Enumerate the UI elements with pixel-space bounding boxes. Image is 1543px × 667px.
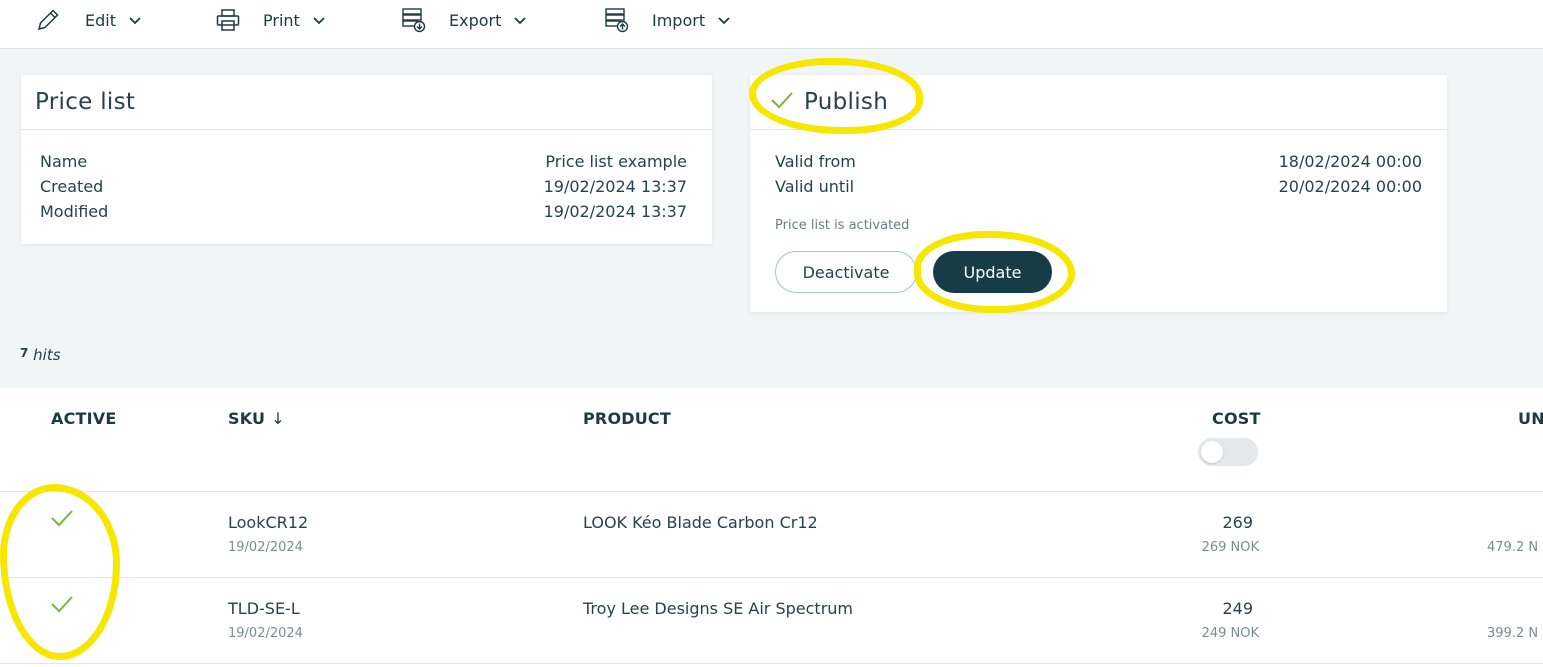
cost-cell: 269 xyxy=(1222,513,1253,532)
column-header-cost[interactable]: COST xyxy=(1212,409,1261,428)
hits-number: 7 xyxy=(20,346,29,360)
active-check-icon xyxy=(50,508,74,532)
export-menu-button[interactable]: Export xyxy=(401,6,527,34)
card-divider xyxy=(750,129,1447,130)
chevron-down-icon xyxy=(128,13,142,27)
card-divider xyxy=(21,129,712,130)
toggle-knob xyxy=(1201,441,1223,463)
import-label: Import xyxy=(652,10,706,30)
valid-until-label: Valid until xyxy=(775,177,855,196)
cost-toggle[interactable] xyxy=(1198,438,1258,466)
chevron-down-icon xyxy=(717,13,731,27)
publish-title: Publish xyxy=(804,89,889,115)
edit-label: Edit xyxy=(85,10,116,30)
chevron-down-icon xyxy=(513,13,527,27)
sku-header-label: SKU xyxy=(228,409,266,428)
table-row[interactable]: LookCR12 19/02/2024 LOOK Kéo Blade Carbo… xyxy=(0,492,1543,578)
export-icon xyxy=(401,7,427,33)
valid-from-value: 18/02/2024 00:00 xyxy=(1278,152,1422,171)
price-list-title: Price list xyxy=(35,89,136,115)
created-value: 19/02/2024 13:37 xyxy=(543,177,687,196)
import-icon xyxy=(604,7,630,33)
sku-cell[interactable]: TLD-SE-L xyxy=(228,599,300,618)
valid-from-label: Valid from xyxy=(775,152,856,171)
unit-price-cell: 399.2 N xyxy=(1487,626,1539,641)
printer-icon xyxy=(215,7,241,33)
column-header-product[interactable]: PRODUCT xyxy=(583,409,671,428)
product-cell[interactable]: Troy Lee Designs SE Air Spectrum xyxy=(583,599,853,618)
name-label: Name xyxy=(40,152,88,171)
table-row[interactable]: TLD-SE-L 19/02/2024 Troy Lee Designs SE … xyxy=(0,578,1543,664)
unit-price-cell: 479.2 N xyxy=(1487,540,1539,555)
valid-until-value: 20/02/2024 00:00 xyxy=(1278,177,1422,196)
cost-cell: 249 xyxy=(1222,599,1253,618)
row-divider xyxy=(0,663,1543,664)
deactivate-button[interactable]: Deactivate xyxy=(775,251,917,293)
import-menu-button[interactable]: Import xyxy=(604,6,731,34)
column-header-active[interactable]: ACTIVE xyxy=(51,409,117,428)
hits-label: hits xyxy=(33,346,61,364)
date-cell: 19/02/2024 xyxy=(228,540,303,555)
export-label: Export xyxy=(449,10,502,30)
date-cell: 19/02/2024 xyxy=(228,626,303,641)
created-label: Created xyxy=(40,177,104,196)
column-header-unit[interactable]: UN xyxy=(1518,409,1543,428)
name-value: Price list example xyxy=(545,152,687,171)
hits-count: 7 hits xyxy=(20,346,61,364)
cost-currency-cell: 249 NOK xyxy=(1201,626,1259,641)
update-button[interactable]: Update xyxy=(933,251,1052,293)
pencil-icon xyxy=(35,7,61,33)
price-list-card: Price list Name Price list example Creat… xyxy=(21,75,712,244)
print-label: Print xyxy=(263,10,300,30)
modified-value: 19/02/2024 13:37 xyxy=(543,202,687,221)
publish-header: Publish xyxy=(770,89,888,115)
price-table: ACTIVE SKU ↓ PRODUCT COST UN LookCR12 19… xyxy=(0,388,1543,667)
cost-currency-cell: 269 NOK xyxy=(1201,540,1259,555)
sku-cell[interactable]: LookCR12 xyxy=(228,513,308,532)
publish-card: Publish Valid from 18/02/2024 00:00 Vali… xyxy=(750,75,1447,312)
print-menu-button[interactable]: Print xyxy=(215,6,326,34)
check-icon xyxy=(770,90,794,114)
active-check-icon xyxy=(50,594,74,618)
toolbar: Edit Print Export Import xyxy=(0,0,1543,49)
activation-status: Price list is activated xyxy=(775,218,910,233)
sort-arrow-down-icon: ↓ xyxy=(271,409,285,428)
edit-menu-button[interactable]: Edit xyxy=(35,6,142,34)
modified-label: Modified xyxy=(40,202,109,221)
column-header-sku[interactable]: SKU ↓ xyxy=(228,409,285,428)
product-cell[interactable]: LOOK Kéo Blade Carbon Cr12 xyxy=(583,513,818,532)
chevron-down-icon xyxy=(312,13,326,27)
